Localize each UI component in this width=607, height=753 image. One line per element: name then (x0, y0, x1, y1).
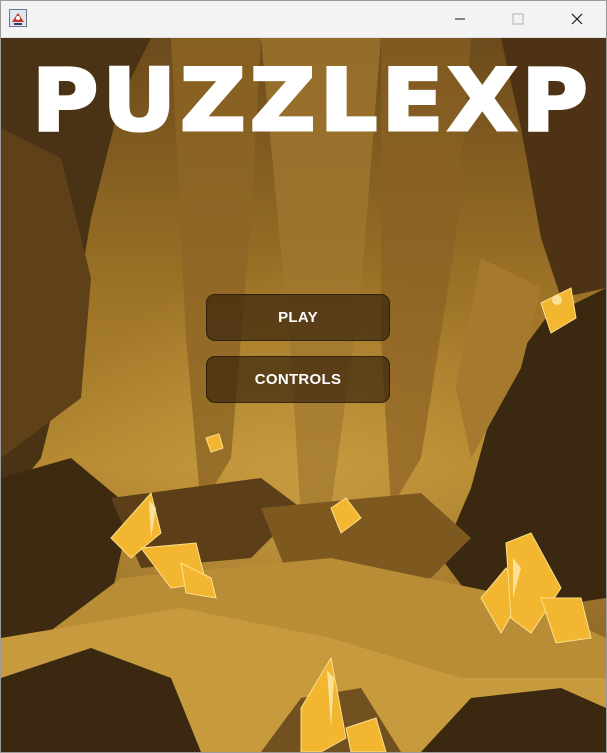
game-logo: PUZZLEXP (31, 52, 592, 148)
minimize-icon (455, 18, 465, 20)
close-icon (571, 13, 583, 25)
logo-text: PUZZLEXP (32, 52, 592, 148)
play-button[interactable]: PLAY (206, 294, 390, 341)
close-button[interactable] (548, 1, 606, 37)
title-bar[interactable] (1, 1, 606, 38)
game-canvas[interactable]: PUZZLEXP PLAY CONTROLS (1, 38, 606, 752)
maximize-button[interactable] (489, 1, 547, 37)
game-window: PUZZLEXP PLAY CONTROLS (0, 0, 607, 753)
minimize-button[interactable] (431, 1, 489, 37)
maximize-icon (512, 13, 524, 25)
controls-button[interactable]: CONTROLS (206, 356, 390, 403)
java-app-icon (9, 9, 27, 27)
